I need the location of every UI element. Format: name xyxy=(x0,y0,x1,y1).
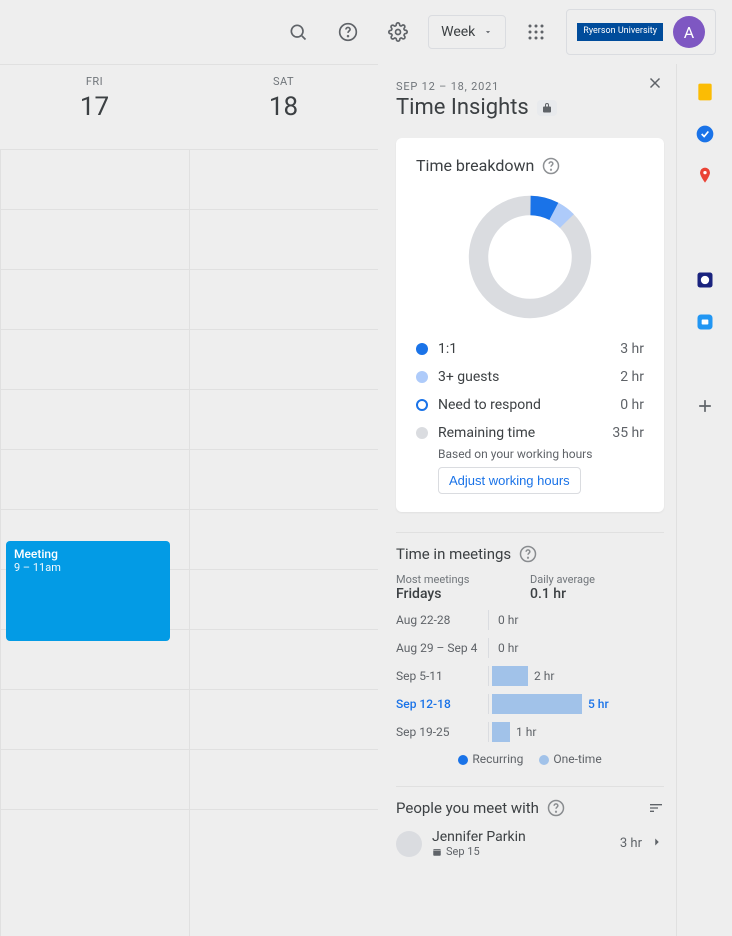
addon-icon[interactable] xyxy=(695,312,715,332)
bar-row[interactable]: Aug 29 – Sep 4 0 hr xyxy=(396,638,664,658)
time-breakdown-card: Time breakdown 1:1 3 hr 3+ guests 2 hr xyxy=(396,138,664,512)
account-badge[interactable]: Ryerson University A xyxy=(566,9,716,55)
bar-label: Aug 22-28 xyxy=(396,613,488,627)
close-icon[interactable] xyxy=(646,74,664,96)
people-title: People you meet with xyxy=(396,799,664,817)
calendar-grid: FRI 17 SAT 18 Meeting 9 – 11am xyxy=(0,64,378,936)
person-date: Sep 15 xyxy=(432,845,620,858)
calendar-icon xyxy=(432,847,442,857)
add-icon[interactable] xyxy=(695,396,715,416)
day-label: SAT xyxy=(189,75,378,88)
person-name: Jennifer Parkin xyxy=(432,829,620,845)
day-label: FRI xyxy=(0,75,189,88)
bar-value: 1 hr xyxy=(516,725,536,739)
bar-value: 2 hr xyxy=(534,669,554,683)
bar-label: Sep 5-11 xyxy=(396,669,488,683)
person-value: 3 hr xyxy=(620,836,642,851)
day-column[interactable]: SAT 18 xyxy=(189,65,378,149)
top-bar: Week Ryerson University A xyxy=(0,0,732,64)
bar-label: Aug 29 – Sep 4 xyxy=(396,641,488,655)
meeting-stats: Most meetings Fridays Daily average 0.1 … xyxy=(396,573,664,602)
help-icon[interactable] xyxy=(519,545,537,563)
bar-value: 0 hr xyxy=(498,641,518,655)
legend-dot-icon xyxy=(416,343,428,355)
view-selector[interactable]: Week xyxy=(428,15,506,49)
bar-value: 5 hr xyxy=(588,697,609,711)
avatar[interactable]: A xyxy=(673,16,705,48)
help-icon[interactable] xyxy=(328,12,368,52)
day-number: 18 xyxy=(189,92,378,122)
panel-title: Time Insights xyxy=(396,95,664,120)
tasks-icon[interactable] xyxy=(695,124,715,144)
settings-icon[interactable] xyxy=(378,12,418,52)
lock-icon[interactable] xyxy=(537,100,557,116)
bar-row[interactable]: Aug 22-28 0 hr xyxy=(396,610,664,630)
help-icon[interactable] xyxy=(542,157,560,175)
calendar-event[interactable]: Meeting 9 – 11am xyxy=(6,541,170,641)
stat-label: Daily average xyxy=(530,573,664,586)
side-rail xyxy=(676,64,732,936)
person-avatar xyxy=(396,831,422,857)
legend-item: Remaining time 35 hr xyxy=(416,419,644,447)
stat-label: Most meetings xyxy=(396,573,530,586)
keep-icon[interactable] xyxy=(695,82,715,102)
legend-dot-icon xyxy=(416,427,428,439)
stat-value: 0.1 hr xyxy=(530,586,664,602)
legend-item: Need to respond 0 hr xyxy=(416,391,644,419)
day-column[interactable]: FRI 17 xyxy=(0,65,189,149)
bar-legend: Recurring One-time xyxy=(396,752,664,766)
maps-icon[interactable] xyxy=(695,166,715,186)
legend-dot-icon xyxy=(416,399,428,411)
divider xyxy=(396,786,664,787)
insights-panel: SEP 12 – 18, 2021 Time Insights Time bre… xyxy=(378,64,676,936)
card-title: Time breakdown xyxy=(416,156,644,175)
bar-row[interactable]: Sep 5-11 2 hr xyxy=(396,666,664,686)
adjust-hours-button[interactable]: Adjust working hours xyxy=(438,467,581,494)
bar-row[interactable]: Sep 12-18 5 hr xyxy=(396,694,664,714)
event-time: 9 – 11am xyxy=(14,561,162,574)
donut-chart xyxy=(416,189,644,325)
divider xyxy=(396,532,664,533)
legend-dot-icon xyxy=(458,755,468,765)
main-area: FRI 17 SAT 18 Meeting 9 – 11am SEP 12 – … xyxy=(0,64,732,936)
legend-item: 1:1 3 hr xyxy=(416,335,644,363)
sort-icon[interactable] xyxy=(648,800,664,816)
legend-item: 3+ guests 2 hr xyxy=(416,363,644,391)
legend-dot-icon xyxy=(539,755,549,765)
meetings-title: Time in meetings xyxy=(396,545,664,563)
weekly-bar-chart: Aug 22-28 0 hr Aug 29 – Sep 4 0 hr Sep 5-11 2… xyxy=(396,610,664,742)
chevron-down-icon xyxy=(483,27,493,37)
view-label: Week xyxy=(441,24,475,40)
org-logo: Ryerson University xyxy=(577,23,663,41)
people-item[interactable]: Jennifer Parkin Sep 15 3 hr xyxy=(396,829,664,858)
legend-dot-icon xyxy=(416,371,428,383)
search-icon[interactable] xyxy=(278,12,318,52)
stat-value: Fridays xyxy=(396,586,530,602)
date-range: SEP 12 – 18, 2021 xyxy=(396,80,664,93)
bar-label: Sep 12-18 xyxy=(396,697,488,711)
chevron-right-icon[interactable] xyxy=(650,834,664,853)
day-number: 17 xyxy=(0,92,189,122)
bar-value: 0 hr xyxy=(498,613,518,627)
event-title: Meeting xyxy=(14,547,162,561)
bar-row[interactable]: Sep 19-25 1 hr xyxy=(396,722,664,742)
help-icon[interactable] xyxy=(547,799,565,817)
day-headers: FRI 17 SAT 18 xyxy=(0,65,378,149)
addon-icon[interactable] xyxy=(695,270,715,290)
apps-icon[interactable] xyxy=(516,12,556,52)
bar-label: Sep 19-25 xyxy=(396,725,488,739)
breakdown-note: Based on your working hours xyxy=(438,447,644,461)
